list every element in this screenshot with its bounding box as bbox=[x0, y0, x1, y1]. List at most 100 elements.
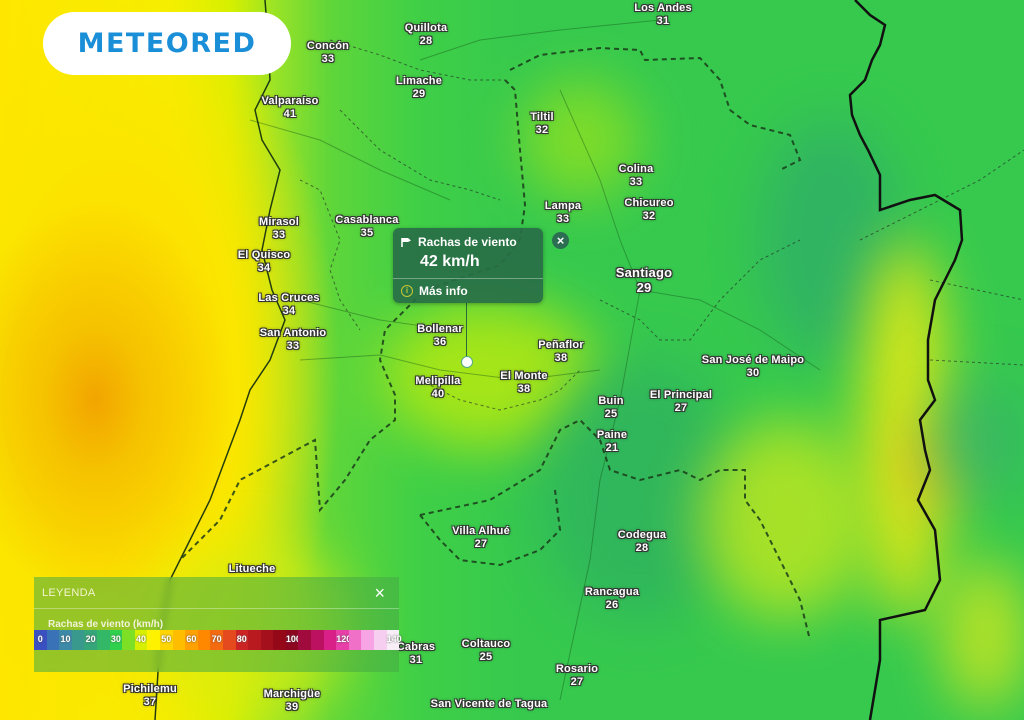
town-wind-value: 33 bbox=[629, 176, 643, 188]
town-wind-value: 33 bbox=[286, 340, 300, 352]
town-wind-value: 39 bbox=[285, 701, 299, 713]
legend-swatch bbox=[260, 630, 274, 650]
town-name: Rosario bbox=[555, 663, 599, 675]
legend-tick-label: 50 bbox=[161, 634, 172, 644]
town-label[interactable]: San Vicente de Tagua bbox=[431, 698, 548, 711]
town-label[interactable]: El Monte 38 bbox=[500, 370, 547, 396]
legend-swatch bbox=[348, 630, 362, 650]
town-label[interactable]: El Principal 27 bbox=[650, 389, 712, 415]
legend-title: LEYENDA bbox=[42, 586, 96, 599]
town-wind-value: 32 bbox=[535, 124, 549, 136]
legend-swatch bbox=[248, 630, 261, 650]
legend-swatch: 40 bbox=[134, 630, 148, 650]
town-label[interactable]: Santiago 29 bbox=[616, 265, 673, 295]
town-label[interactable]: Pichilemu 37 bbox=[123, 683, 177, 709]
town-name: Valparaíso bbox=[261, 95, 319, 107]
town-label[interactable]: El Quisco 34 bbox=[238, 249, 291, 275]
town-label[interactable]: Litueche bbox=[229, 563, 276, 576]
town-name: Santiago bbox=[615, 265, 673, 280]
town-label[interactable]: Marchigüe 39 bbox=[264, 688, 321, 714]
town-label[interactable]: San José de Maipo 30 bbox=[702, 354, 804, 380]
town-label[interactable]: Los Andes 31 bbox=[634, 2, 692, 28]
town-wind-value: 33 bbox=[556, 213, 570, 225]
town-name: Lampa bbox=[544, 200, 582, 212]
town-label[interactable]: Villa Alhué 27 bbox=[452, 525, 510, 551]
town-label[interactable]: Bollenar 36 bbox=[417, 323, 463, 349]
legend-swatch: 100 bbox=[285, 630, 301, 650]
town-label[interactable]: Mirasol 33 bbox=[259, 216, 299, 242]
town-wind-value: 30 bbox=[746, 367, 760, 379]
legend-swatch bbox=[122, 630, 135, 650]
town-label[interactable]: Buin 25 bbox=[598, 395, 623, 421]
popup-close-button[interactable]: × bbox=[552, 232, 569, 249]
legend-tick-label: 0 bbox=[37, 634, 43, 644]
legend-swatch: 50 bbox=[159, 630, 173, 650]
town-name: Coltauco bbox=[461, 638, 511, 650]
town-name: Paine bbox=[596, 429, 628, 441]
town-wind-value: 31 bbox=[409, 654, 423, 666]
town-wind-value: 25 bbox=[479, 651, 493, 663]
town-label[interactable]: Quillota 28 bbox=[405, 22, 448, 48]
town-label[interactable]: Paine 21 bbox=[597, 429, 627, 455]
town-name: Marchigüe bbox=[263, 688, 321, 700]
town-name: Las Cruces bbox=[258, 292, 320, 304]
town-wind-value: 33 bbox=[272, 229, 286, 241]
town-wind-value: 32 bbox=[642, 210, 656, 222]
town-name: Casablanca bbox=[335, 214, 399, 226]
legend-swatch bbox=[197, 630, 211, 650]
town-label[interactable]: Valparaíso 41 bbox=[261, 95, 318, 121]
legend-swatch: 0 bbox=[34, 630, 47, 650]
legend-swatch: 30 bbox=[109, 630, 123, 650]
legend-swatch bbox=[311, 630, 324, 650]
town-label[interactable]: Tiltil 32 bbox=[530, 111, 554, 137]
town-wind-value: 28 bbox=[635, 542, 649, 554]
legend-swatch bbox=[147, 630, 160, 650]
town-wind-value: 29 bbox=[412, 88, 426, 100]
legend-color-scale: 0 10 20 30 40 50 60 70 80 100 120 140 bbox=[34, 630, 402, 650]
town-name: San Antonio bbox=[259, 327, 327, 339]
town-name: Melipilla bbox=[415, 375, 461, 387]
town-name: Tiltil bbox=[530, 111, 554, 123]
legend-tick-label: 30 bbox=[110, 634, 121, 644]
legend-swatch: 10 bbox=[59, 630, 72, 650]
town-label[interactable]: Las Cruces 34 bbox=[258, 292, 319, 318]
flag-icon bbox=[401, 237, 411, 247]
town-label[interactable]: Coltauco 25 bbox=[462, 638, 511, 664]
popup-title: Rachas de viento bbox=[418, 235, 517, 249]
popup-wind-value: 42 km/h bbox=[420, 253, 480, 270]
legend-variable-label: Rachas de viento (km/h) bbox=[48, 619, 164, 630]
town-label[interactable]: Codegua 28 bbox=[618, 529, 666, 555]
town-label[interactable]: Casablanca 35 bbox=[335, 214, 398, 240]
town-name: Buin bbox=[598, 395, 624, 407]
town-label[interactable]: Rosario 27 bbox=[556, 663, 598, 689]
town-label[interactable]: Peñaflor 38 bbox=[538, 339, 584, 365]
town-wind-value: 41 bbox=[283, 108, 297, 120]
legend-tick-label: 140 bbox=[386, 634, 402, 644]
town-name: Rancagua bbox=[584, 586, 640, 598]
town-label[interactable]: San Antonio 33 bbox=[260, 327, 327, 353]
town-label[interactable]: Lampa 33 bbox=[545, 200, 581, 226]
more-info-link[interactable]: i Más info bbox=[393, 279, 543, 298]
country-border bbox=[848, 0, 964, 720]
legend-close-button[interactable]: × bbox=[374, 584, 385, 602]
legend-swatch bbox=[323, 630, 337, 650]
town-label[interactable]: Rancagua 26 bbox=[585, 586, 639, 612]
town-label[interactable]: Concón 33 bbox=[307, 40, 349, 66]
town-label[interactable]: Chicureo 32 bbox=[624, 197, 673, 223]
legend-swatch: 60 bbox=[185, 630, 198, 650]
meteored-logo[interactable]: METEORED bbox=[43, 12, 291, 75]
town-label[interactable]: Limache 29 bbox=[396, 75, 442, 101]
town-wind-value: 38 bbox=[554, 352, 568, 364]
location-pin[interactable] bbox=[461, 356, 473, 368]
town-label[interactable]: Colina 33 bbox=[619, 163, 654, 189]
town-label[interactable]: Melipilla 40 bbox=[415, 375, 460, 401]
legend-swatch bbox=[222, 630, 236, 650]
town-label[interactable]: Cabras 31 bbox=[397, 641, 436, 667]
town-wind-value: 40 bbox=[431, 388, 445, 400]
town-name: Concón bbox=[306, 40, 350, 52]
town-name: Limache bbox=[395, 75, 443, 87]
town-wind-value: 25 bbox=[604, 408, 618, 420]
town-name: San José de Maipo bbox=[701, 354, 805, 366]
town-name: Litueche bbox=[228, 563, 276, 575]
town-name: El Monte bbox=[500, 370, 548, 382]
